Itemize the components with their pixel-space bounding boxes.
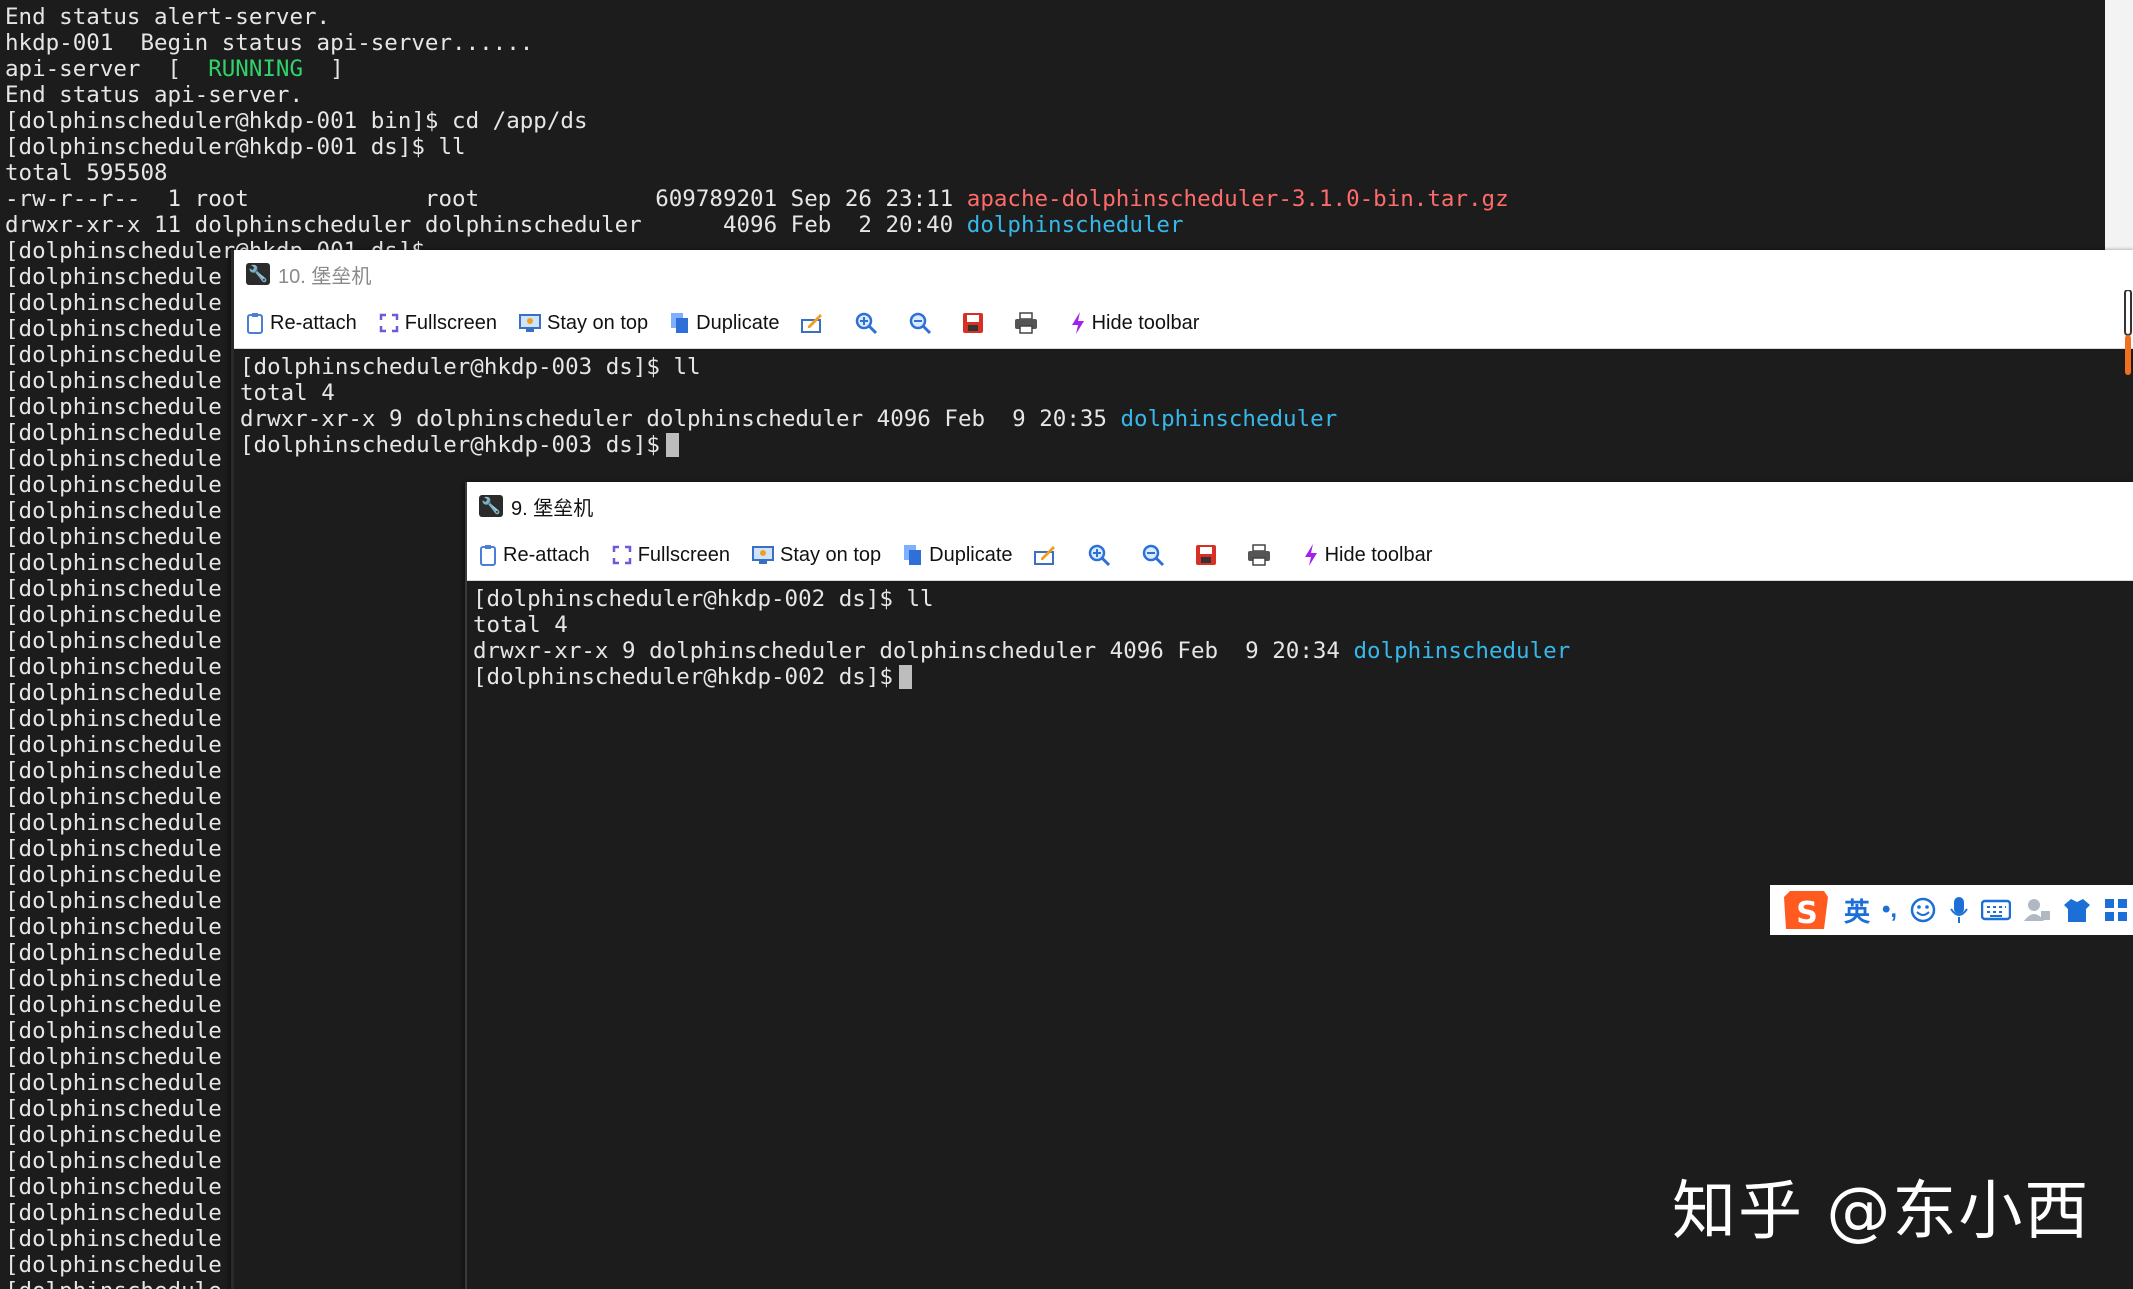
user-icon[interactable]	[2023, 897, 2051, 923]
fullscreen-button[interactable]: Fullscreen	[379, 312, 497, 335]
terminal-line: drwxr-xr-x 11 dolphinscheduler dolphinsc…	[5, 212, 1509, 238]
save-icon[interactable]	[1195, 544, 1217, 566]
monitor-pin-icon	[751, 545, 774, 565]
terminal-text: End status alert-server.	[5, 4, 331, 30]
hide-toolbar-button[interactable]: Hide toolbar	[1070, 311, 1199, 335]
window-scrollbar[interactable]	[2120, 289, 2133, 380]
terminal-text: [dolphinscheduler@hkdp-003 ds]$	[240, 432, 660, 458]
lightning-icon	[1303, 543, 1319, 567]
terminal-line: End status api-server.	[5, 82, 1509, 108]
ime-language-toggle[interactable]: 英	[1844, 892, 1870, 929]
hide-toolbar-button[interactable]: Hide toolbar	[1303, 543, 1432, 567]
duplicate-button[interactable]: Duplicate	[670, 312, 780, 335]
terminal-line: [dolphinscheduler@hkdp-003 ds]$	[240, 432, 1337, 458]
print-icon[interactable]	[1247, 544, 1271, 566]
app-wrench-icon: 🔧	[246, 263, 270, 285]
stay-on-top-button[interactable]: Stay on top	[751, 544, 881, 567]
reattach-button[interactable]: Re-attach	[246, 312, 357, 335]
stay-on-top-button[interactable]: Stay on top	[518, 312, 648, 335]
terminal-text: drwxr-xr-x 9 dolphinscheduler dolphinsch…	[240, 406, 1121, 432]
terminal-text: ]	[303, 56, 344, 82]
svg-text:S: S	[1796, 896, 1818, 931]
terminal-line: hkdp-001 Begin status api-server......	[5, 30, 1509, 56]
ime-punctuation-toggle[interactable]: •,	[1882, 896, 1897, 924]
clipboard-icon	[479, 544, 497, 566]
terminal-line: drwxr-xr-x 9 dolphinscheduler dolphinsch…	[473, 638, 1570, 664]
edit-icon[interactable]	[800, 312, 824, 334]
window-toolbar: Re-attach Fullscreen Stay on top Duplica…	[234, 298, 2133, 349]
ime-toolbar: S 英 •,	[1770, 885, 2133, 935]
zoom-out-icon[interactable]	[908, 311, 932, 335]
terminal-text: total 595508	[5, 160, 168, 186]
zoom-out-icon[interactable]	[1141, 543, 1165, 567]
window-title-bar[interactable]: 🔧 10. 堡垒机	[234, 250, 2133, 298]
edit-icon[interactable]	[1033, 544, 1057, 566]
terminal-text: hkdp-001 Begin status api-server......	[5, 30, 534, 56]
background-terminal-scrollbar[interactable]	[2105, 0, 2133, 250]
terminal-text: api-server [	[5, 56, 209, 82]
duplicate-icon	[670, 312, 690, 334]
window-toolbar: Re-attach Fullscreen Stay on top Duplica…	[467, 530, 2133, 581]
terminal-line: [dolphinscheduler@hkdp-002 ds]$	[473, 664, 1570, 690]
terminal-line: [dolphinscheduler@hkdp-001 ds]$ ll	[5, 134, 1509, 160]
app-wrench-icon: 🔧	[479, 495, 503, 517]
duplicate-icon	[903, 544, 923, 566]
grid-icon[interactable]	[2103, 897, 2129, 923]
terminal-text: [dolphinscheduler@hkdp-003 ds]$ ll	[240, 354, 701, 380]
zoom-in-icon[interactable]	[1087, 543, 1111, 567]
lightning-icon	[1070, 311, 1086, 335]
emoji-icon[interactable]	[1909, 896, 1937, 924]
terminal-text: -rw-r--r-- 1 root root 609789201 Sep 26 …	[5, 186, 967, 212]
terminal-text: [dolphinscheduler@hkdp-002 ds]$ ll	[473, 586, 934, 612]
keyboard-icon[interactable]	[1981, 899, 2012, 921]
watermark: 知乎 @东小西	[1672, 1175, 2091, 1249]
terminal-cursor	[665, 433, 679, 457]
terminal-line: -rw-r--r-- 1 root root 609789201 Sep 26 …	[5, 186, 1509, 212]
terminal-text: dolphinscheduler	[966, 212, 1184, 238]
window-title: 9. 堡垒机	[511, 497, 594, 520]
terminal-text: End status api-server.	[5, 82, 304, 108]
terminal-text: [dolphinscheduler@hkdp-001 bin]$ cd /app…	[5, 108, 588, 134]
terminal-line: [dolphinscheduler@hkdp-001 bin]$ cd /app…	[5, 108, 1509, 134]
terminal-text: drwxr-xr-x 11 dolphinscheduler dolphinsc…	[5, 212, 967, 238]
terminal-line: [dolphinscheduler@hkdp-002 ds]$ ll	[473, 586, 1570, 612]
terminal-text: [dolphinscheduler@hkdp-001 ds]$ ll	[5, 134, 466, 160]
reattach-button[interactable]: Re-attach	[479, 544, 590, 567]
fullscreen-icon	[612, 545, 632, 565]
terminal-line: End status alert-server.	[5, 4, 1509, 30]
print-icon[interactable]	[1014, 312, 1038, 334]
zoom-in-icon[interactable]	[854, 311, 878, 335]
fullscreen-icon	[379, 313, 399, 333]
microphone-icon[interactable]	[1949, 895, 1969, 925]
duplicate-button[interactable]: Duplicate	[903, 544, 1013, 567]
terminal-text: total 4	[473, 612, 568, 638]
terminal-text: dolphinscheduler	[1353, 638, 1571, 664]
terminal-line: total 595508	[5, 160, 1509, 186]
terminal-line: drwxr-xr-x 9 dolphinscheduler dolphinsch…	[240, 406, 1337, 432]
fullscreen-button[interactable]: Fullscreen	[612, 544, 730, 567]
terminal-text: [dolphinscheduler@hkdp-002 ds]$	[473, 664, 893, 690]
terminal-output: [dolphinscheduler@hkdp-003 ds]$ ll total …	[240, 354, 1337, 458]
monitor-pin-icon	[518, 313, 541, 333]
sogou-logo-icon[interactable]: S	[1782, 887, 1832, 933]
skin-icon[interactable]	[2063, 897, 2091, 923]
terminal-text: drwxr-xr-x 9 dolphinscheduler dolphinsch…	[473, 638, 1354, 664]
terminal-line: [dolphinscheduler@hkdp-003 ds]$ ll	[240, 354, 1337, 380]
terminal-line: total 4	[473, 612, 1570, 638]
terminal-text: dolphinscheduler	[1120, 406, 1338, 432]
terminal-text: apache-dolphinscheduler-3.1.0-bin.tar.gz	[966, 186, 1509, 212]
terminal-line: total 4	[240, 380, 1337, 406]
terminal-text: RUNNING	[208, 56, 304, 82]
terminal-text: total 4	[240, 380, 335, 406]
terminal-line: api-server [ RUNNING ]	[5, 56, 1509, 82]
window-title: 10. 堡垒机	[278, 265, 372, 288]
clipboard-icon	[246, 312, 264, 334]
terminal-output: [dolphinscheduler@hkdp-002 ds]$ ll total …	[473, 586, 1570, 690]
terminal-cursor	[898, 665, 912, 689]
window-title-bar[interactable]: 🔧 9. 堡垒机	[467, 482, 2133, 530]
save-icon[interactable]	[962, 312, 984, 334]
